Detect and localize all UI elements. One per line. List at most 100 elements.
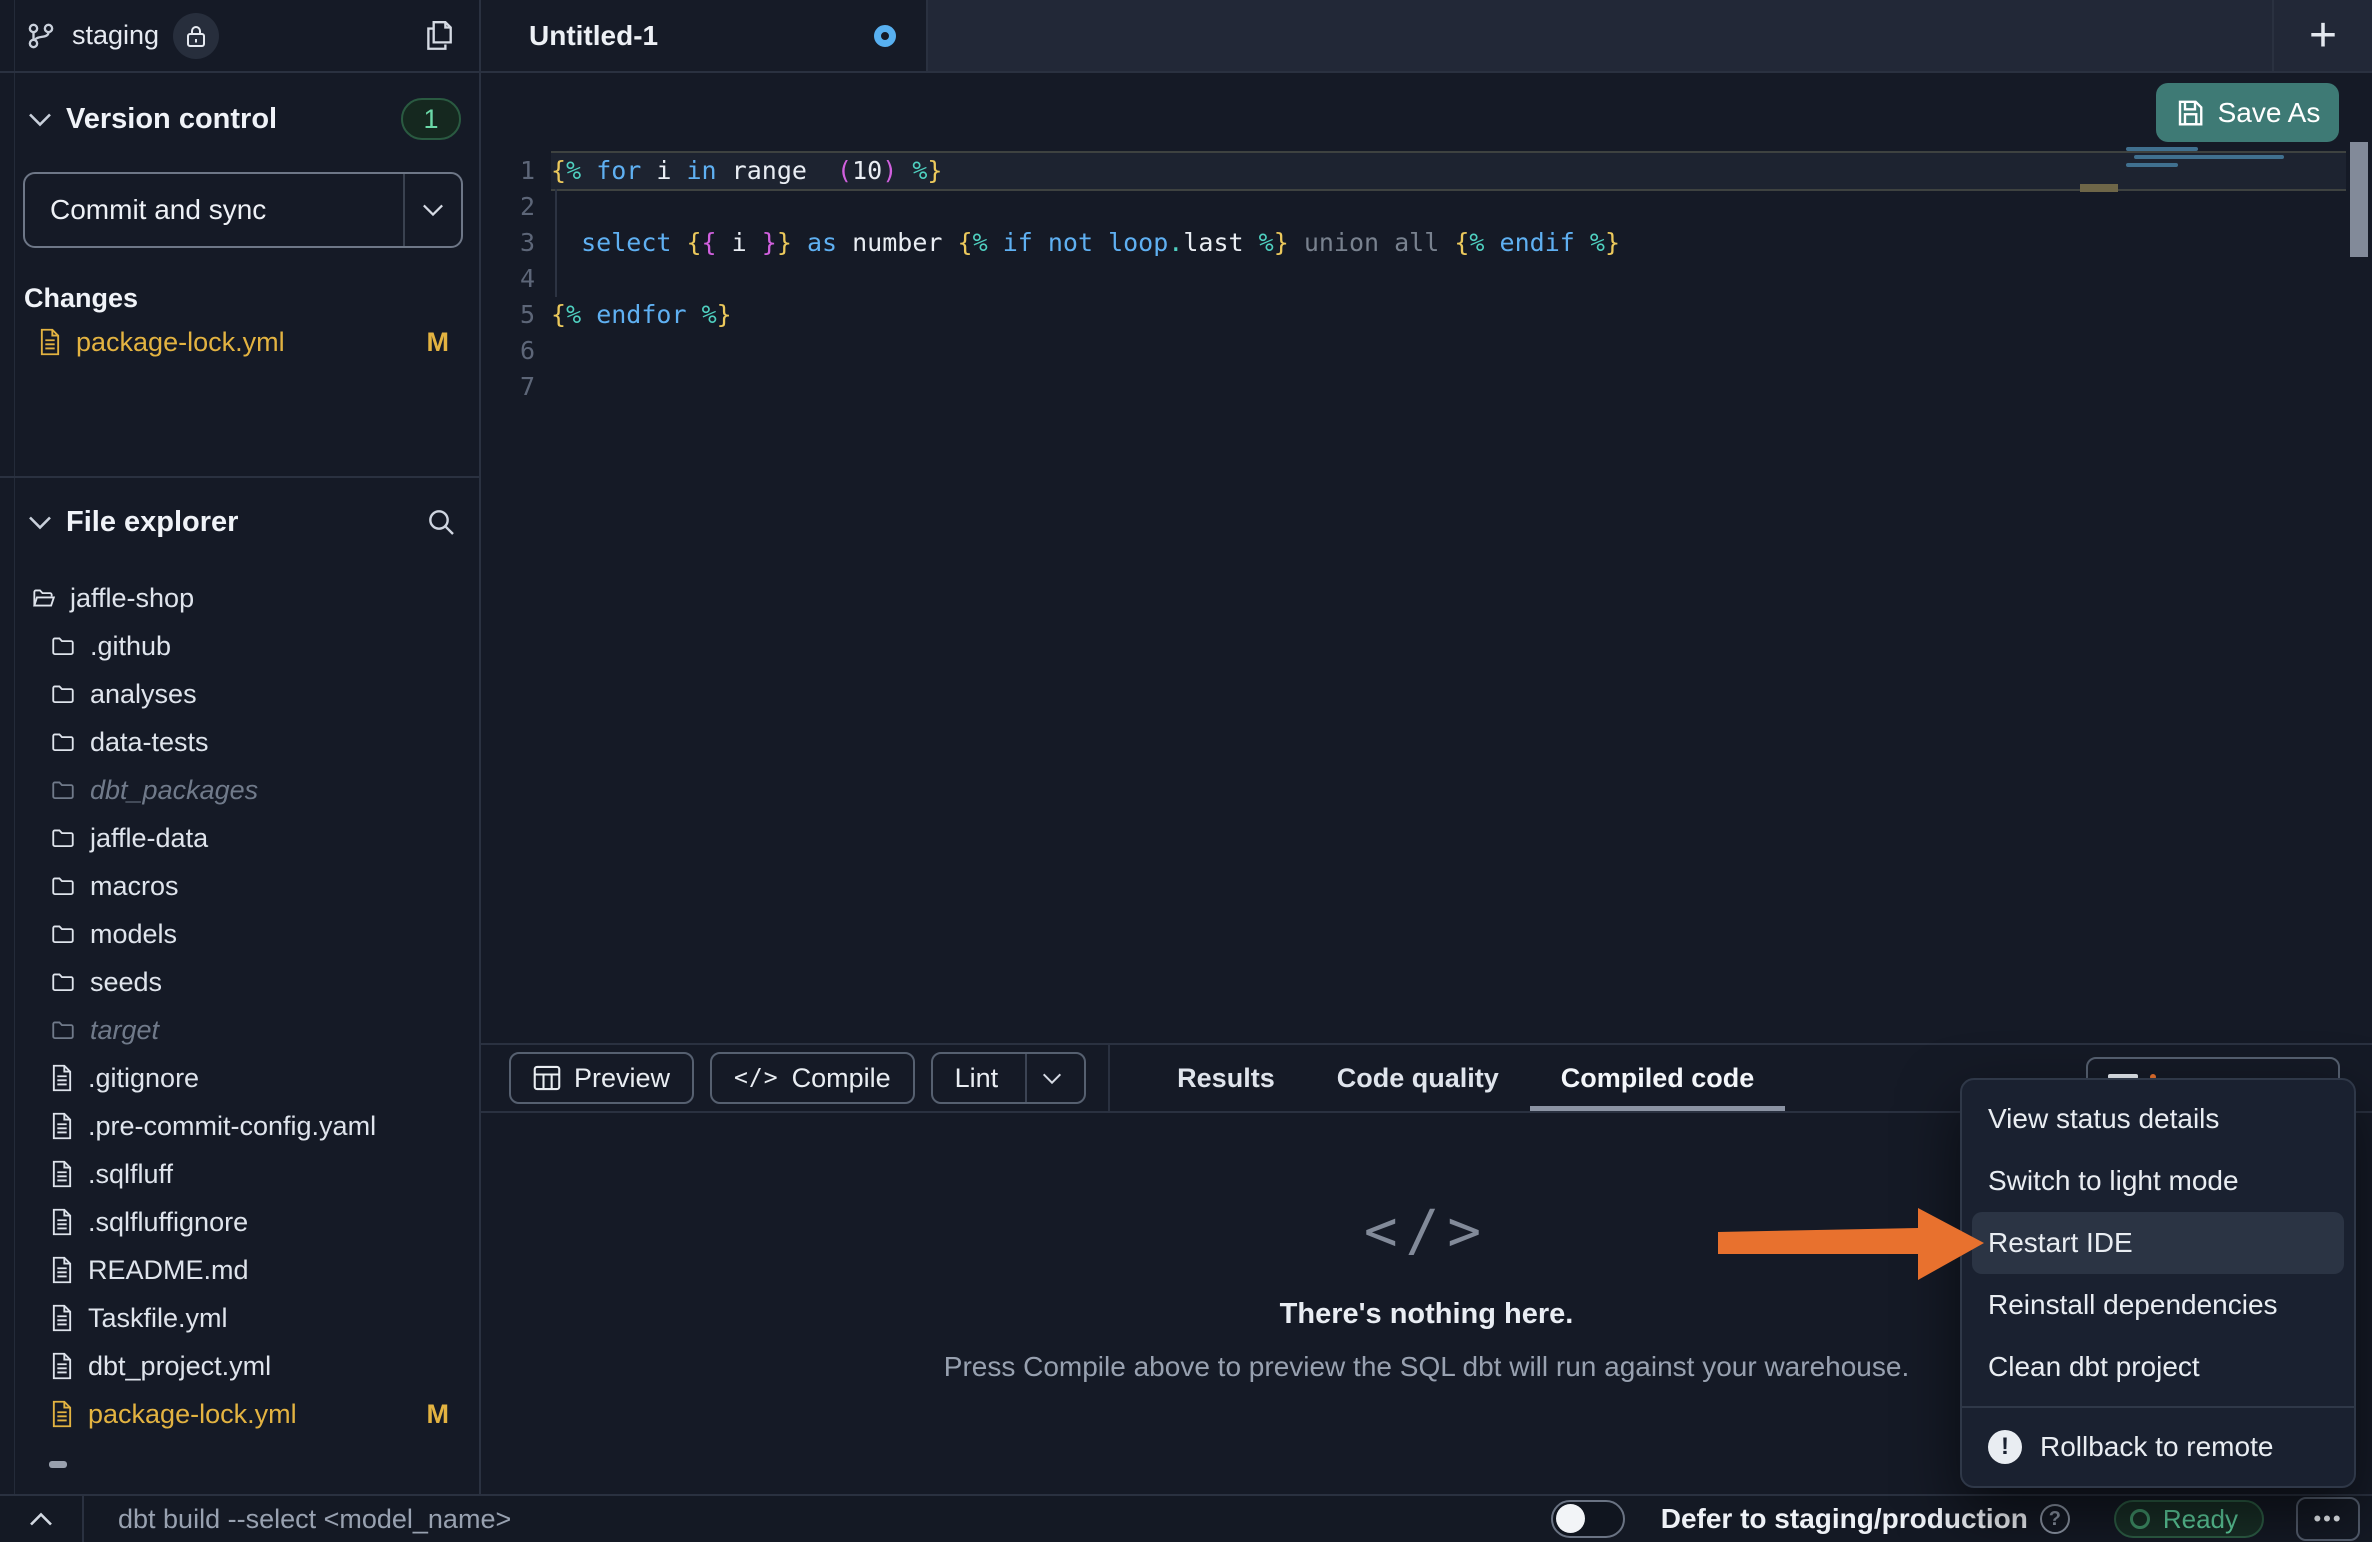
menu-item-clean-dbt-project[interactable]: Clean dbt project — [1972, 1336, 2344, 1398]
search-icon[interactable] — [425, 506, 457, 538]
branch-name[interactable]: staging — [72, 20, 159, 51]
tab-untitled-1[interactable]: Untitled-1 — [481, 0, 928, 71]
branch-locked-badge — [173, 13, 219, 59]
tree-item-label: macros — [90, 871, 179, 902]
command-bar: dbt build --select <model_name> Defer to… — [0, 1494, 2372, 1542]
code-line-7[interactable]: 7 — [481, 369, 2346, 405]
tree-item-label: Taskfile.yml — [88, 1303, 228, 1334]
ide-options-button[interactable] — [2296, 1497, 2360, 1541]
tree-item-data-tests[interactable]: data-tests — [0, 718, 479, 766]
code-line-4[interactable]: 4 — [481, 261, 2346, 297]
scrollbar-thumb[interactable] — [2350, 142, 2368, 257]
commit-and-sync-button[interactable]: Commit and sync — [23, 172, 463, 248]
line-number: 5 — [481, 297, 551, 333]
preview-button[interactable]: Preview — [509, 1052, 694, 1104]
tree-item-label: models — [90, 919, 177, 950]
file-icon — [50, 1160, 74, 1188]
tree-item-models[interactable]: models — [0, 910, 479, 958]
lint-label: Lint — [955, 1063, 999, 1094]
save-icon — [2175, 98, 2205, 128]
folder-icon — [50, 681, 76, 707]
line-number: 1 — [481, 153, 551, 189]
modified-badge: M — [427, 327, 450, 358]
version-control-header[interactable]: Version control 1 — [0, 89, 479, 149]
file-explorer-title: File explorer — [66, 506, 238, 539]
code-text: {% endfor %} — [551, 297, 2346, 333]
tree-item-macros[interactable]: macros — [0, 862, 479, 910]
tree-item-jaffle-data[interactable]: jaffle-data — [0, 814, 479, 862]
file-icon — [50, 1064, 74, 1092]
lint-button[interactable]: Lint — [931, 1052, 1087, 1104]
tree-item-.gitignore[interactable]: .gitignore — [0, 1054, 479, 1102]
chevron-down-icon[interactable] — [1042, 1072, 1062, 1085]
menu-item-switch-to-light-mode[interactable]: Switch to light mode — [1972, 1150, 2344, 1212]
code-text: select {{ i }} as number {% if not loop.… — [551, 225, 2346, 261]
tree-item-target[interactable]: target — [0, 1006, 479, 1054]
copy-icon[interactable] — [423, 19, 455, 53]
menu-item-label: Switch to light mode — [1988, 1165, 2239, 1197]
status-badge[interactable]: Ready — [2114, 1500, 2264, 1538]
expand-command-bar-button[interactable] — [0, 1496, 84, 1542]
menu-item-restart-ide[interactable]: Restart IDE — [1972, 1212, 2344, 1274]
tree-item-.pre-commit-config.yaml[interactable]: .pre-commit-config.yaml — [0, 1102, 479, 1150]
panel-tab-results[interactable]: Results — [1146, 1045, 1306, 1111]
tree-item-label: package-lock.yml — [88, 1399, 297, 1430]
code-lines[interactable]: 1{% for i in range (10) %}23 select {{ i… — [481, 153, 2346, 405]
tree-item-.github[interactable]: .github — [0, 622, 479, 670]
folder-icon — [50, 921, 76, 947]
tree-item-.sqlfluffignore[interactable]: .sqlfluffignore — [0, 1198, 479, 1246]
tree-item-.sqlfluff[interactable]: .sqlfluff — [0, 1150, 479, 1198]
tree-item-seeds[interactable]: seeds — [0, 958, 479, 1006]
sidebar: staging Version control 1 — [0, 0, 481, 1494]
tree-item-jaffle-shop[interactable]: jaffle-shop — [0, 574, 479, 622]
compile-button[interactable]: </> Compile — [710, 1052, 915, 1104]
folder-open-icon — [30, 585, 56, 611]
tree-item-package-lock.yml[interactable]: package-lock.ymlM — [0, 1390, 479, 1438]
commit-options-chevron-icon[interactable] — [405, 203, 461, 217]
code-line-6[interactable]: 6 — [481, 333, 2346, 369]
code-line-5[interactable]: 5{% endfor %} — [481, 297, 2346, 333]
code-text: {% for i in range (10) %} — [551, 153, 2346, 189]
menu-item-view-status-details[interactable]: View status details — [1972, 1088, 2344, 1150]
lock-icon — [185, 23, 207, 49]
help-icon[interactable] — [2040, 1504, 2070, 1534]
file-explorer-header[interactable]: File explorer — [0, 492, 479, 552]
minimap[interactable] — [2126, 143, 2346, 663]
menu-divider — [1962, 1406, 2354, 1408]
changes-heading: Changes — [24, 283, 138, 314]
editor-scrollbar[interactable] — [2346, 142, 2372, 1043]
version-control-title: Version control — [66, 103, 277, 136]
annotation-arrow — [1712, 1202, 1988, 1288]
panel-tab-compiled-code[interactable]: Compiled code — [1530, 1045, 1786, 1111]
defer-toggle[interactable] — [1551, 1500, 1625, 1538]
file-icon — [50, 1256, 74, 1284]
command-input[interactable]: dbt build --select <model_name> — [118, 1504, 511, 1535]
code-line-1[interactable]: 1{% for i in range (10) %} — [481, 153, 2346, 189]
editor-tab-strip: Untitled-1 + — [481, 0, 2372, 73]
changed-file-row[interactable]: package-lock.yml M — [0, 319, 479, 365]
folder-icon — [50, 969, 76, 995]
folder-icon — [50, 777, 76, 803]
tree-item-analyses[interactable]: analyses — [0, 670, 479, 718]
menu-item-reinstall-dependencies[interactable]: Reinstall dependencies — [1972, 1274, 2344, 1336]
folder-icon — [50, 729, 76, 755]
command-bar-right: Defer to staging/production Ready — [1551, 1497, 2360, 1541]
new-tab-button[interactable]: + — [2272, 0, 2372, 71]
tree-item-dbt_project.yml[interactable]: dbt_project.yml — [0, 1342, 479, 1390]
menu-item-label: View status details — [1988, 1103, 2219, 1135]
tree-item-dbt_packages[interactable]: dbt_packages — [0, 766, 479, 814]
menu-item-rollback-to-remote[interactable]: !Rollback to remote — [1972, 1416, 2344, 1478]
code-editor[interactable]: Save As 1{% for i in range (10) %}23 sel… — [481, 73, 2372, 1043]
code-line-3[interactable]: 3 select {{ i }} as number {% if not loo… — [481, 225, 2346, 261]
file-icon — [38, 328, 62, 356]
chevron-up-icon — [29, 1512, 53, 1527]
save-as-button[interactable]: Save As — [2156, 83, 2339, 142]
code-line-2[interactable]: 2 — [481, 189, 2346, 225]
tree-item-Taskfile.yml[interactable]: Taskfile.yml — [0, 1294, 479, 1342]
tree-item-README.md[interactable]: README.md — [0, 1246, 479, 1294]
line-number: 3 — [481, 225, 551, 261]
unsaved-changes-dot-icon — [874, 25, 896, 47]
panel-tab-code-quality[interactable]: Code quality — [1306, 1045, 1530, 1111]
file-explorer-section: File explorer jaffle-shop.githubanalyses… — [0, 480, 479, 1494]
tree-item-label: .sqlfluffignore — [88, 1207, 248, 1238]
